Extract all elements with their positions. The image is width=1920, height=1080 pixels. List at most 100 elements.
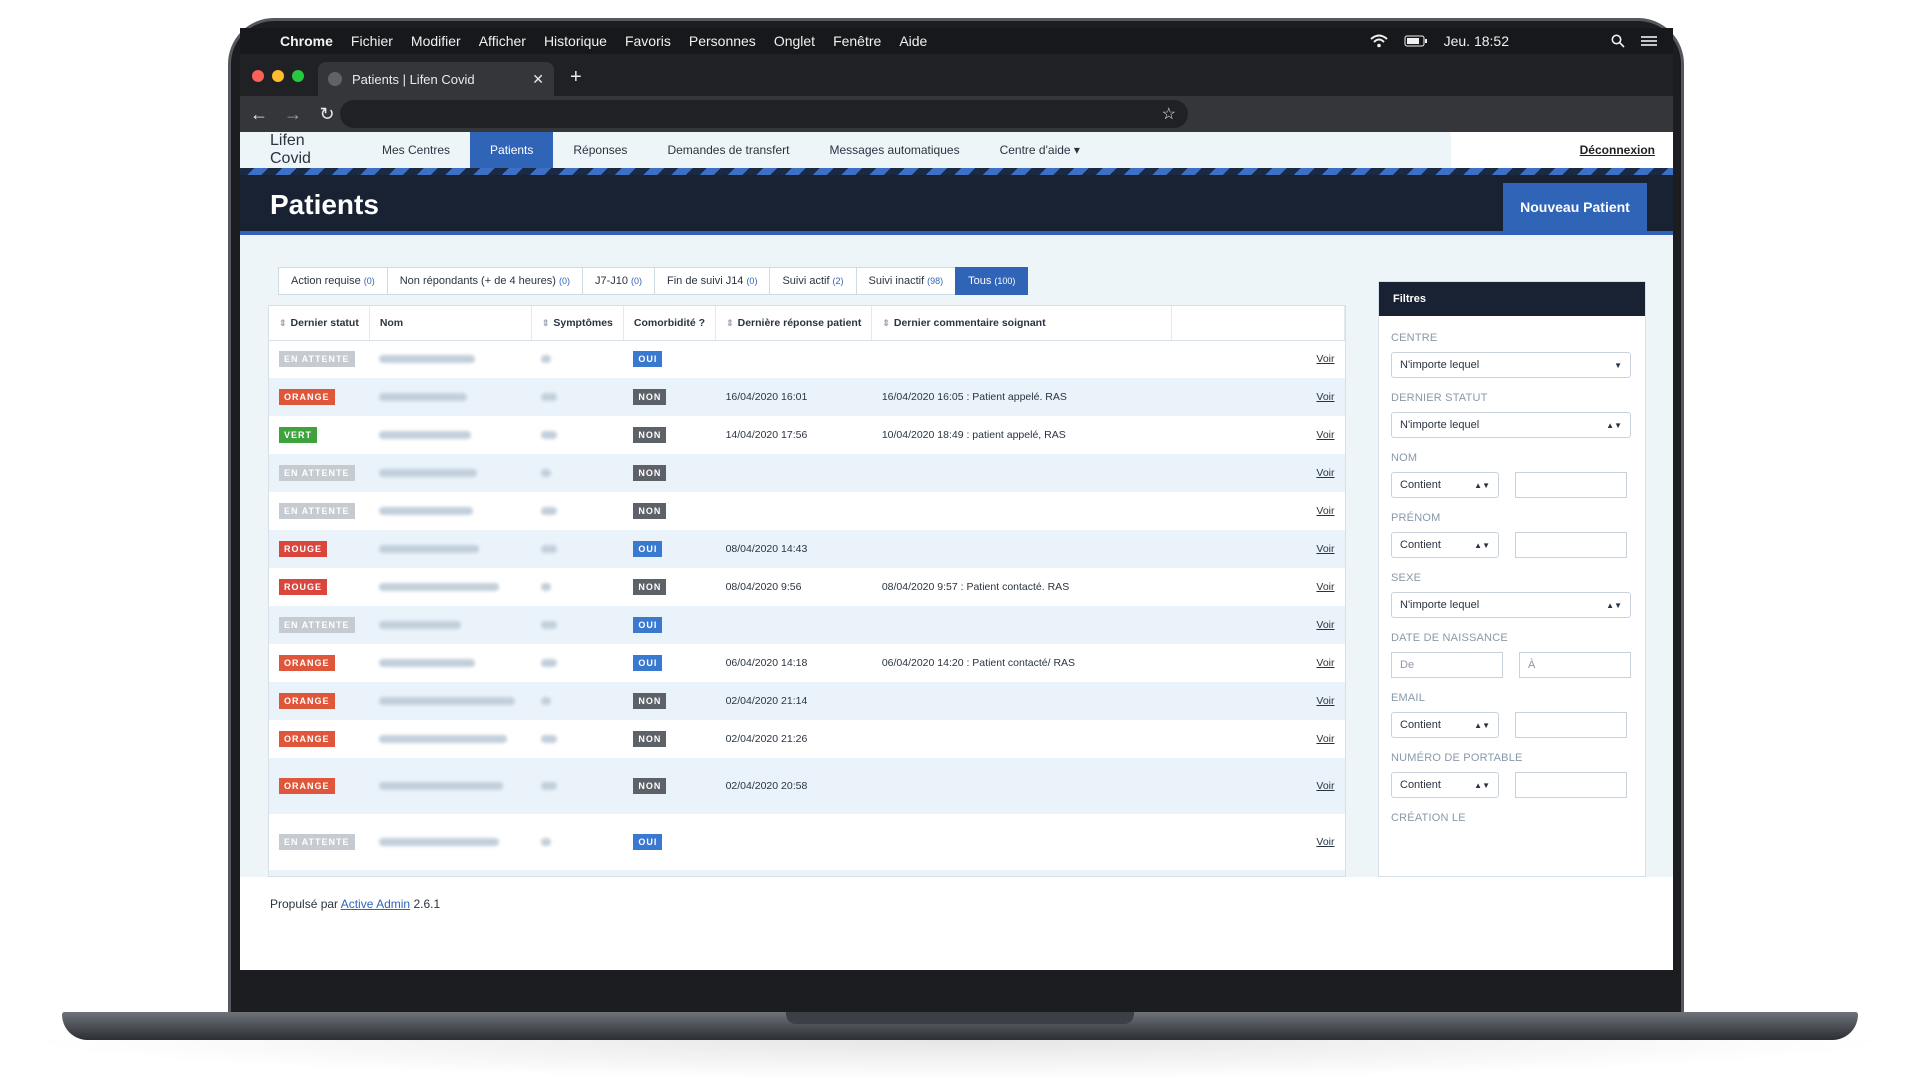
new-patient-button[interactable]: Nouveau Patient bbox=[1503, 183, 1647, 231]
nav-demandes-transfert[interactable]: Demandes de transfert bbox=[647, 132, 809, 168]
address-bar[interactable]: ☆ bbox=[340, 100, 1188, 128]
email-input[interactable] bbox=[1515, 712, 1627, 738]
comorbidity-badge: OUI bbox=[633, 834, 663, 850]
voir-link[interactable]: Voir bbox=[1172, 682, 1345, 720]
battery-icon[interactable] bbox=[1404, 35, 1428, 47]
scope-tab[interactable]: Fin de suivi J14 (0) bbox=[654, 267, 771, 295]
nav-mes-centres[interactable]: Mes Centres bbox=[362, 132, 470, 168]
wifi-icon[interactable] bbox=[1369, 34, 1388, 48]
last-response-cell bbox=[716, 606, 872, 644]
comorbidity-cell: NON bbox=[623, 870, 715, 876]
nom-input[interactable] bbox=[1515, 472, 1627, 498]
col-nom[interactable]: Nom bbox=[369, 306, 532, 341]
status-cell: ORANGE bbox=[269, 644, 369, 682]
menu-historique[interactable]: Historique bbox=[544, 33, 607, 49]
col-comorbidite[interactable]: Comorbidité ? bbox=[623, 306, 717, 341]
active-admin-link[interactable]: Active Admin bbox=[341, 897, 410, 911]
menu-aide[interactable]: Aide bbox=[899, 33, 927, 49]
portable-operator-select[interactable]: Contient ▲▼ bbox=[1391, 772, 1499, 798]
prenom-input[interactable] bbox=[1515, 532, 1627, 558]
table-row: EN ATTENTE OUI Voir bbox=[269, 606, 1345, 644]
nav-reponses[interactable]: Réponses bbox=[553, 132, 647, 168]
menu-onglet[interactable]: Onglet bbox=[774, 33, 815, 49]
name-cell bbox=[369, 682, 531, 720]
scope-tab[interactable]: Suivi actif (2) bbox=[769, 267, 857, 295]
reload-icon[interactable]: ↻ bbox=[312, 104, 342, 125]
redacted-name bbox=[379, 782, 504, 791]
status-cell: EN ATTENTE bbox=[269, 814, 369, 870]
voir-link[interactable]: Voir bbox=[1172, 814, 1345, 870]
col-dernier-commentaire[interactable]: ⇕ Dernier commentaire soignant bbox=[871, 306, 1173, 341]
bookmark-star-icon[interactable]: ☆ bbox=[1162, 104, 1176, 124]
new-tab-button[interactable]: + bbox=[570, 66, 582, 89]
logout-link[interactable]: Déconnexion bbox=[1451, 132, 1673, 168]
nom-operator-select[interactable]: Contient ▲▼ bbox=[1391, 472, 1499, 498]
laptop-screen: Chrome Fichier Modifier Afficher Histori… bbox=[240, 28, 1673, 970]
menu-fenetre[interactable]: Fenêtre bbox=[833, 33, 881, 49]
nav-patients[interactable]: Patients bbox=[470, 132, 554, 168]
voir-link[interactable]: Voir bbox=[1172, 758, 1345, 814]
scope-tab[interactable]: Action requise (0) bbox=[278, 267, 388, 295]
menu-fichier[interactable]: Fichier bbox=[351, 33, 393, 49]
nav-messages-automatiques[interactable]: Messages automatiques bbox=[810, 132, 980, 168]
portable-input[interactable] bbox=[1515, 772, 1627, 798]
name-cell bbox=[369, 340, 531, 378]
redacted-name bbox=[379, 583, 500, 592]
tab-close-icon[interactable]: ✕ bbox=[532, 71, 544, 88]
forward-icon[interactable]: → bbox=[278, 104, 308, 125]
symptoms-cell bbox=[531, 530, 623, 568]
maximize-window-icon[interactable] bbox=[292, 70, 304, 82]
voir-link[interactable]: Voir bbox=[1172, 720, 1345, 758]
last-response-cell: 14/04/2020 17:56 bbox=[725, 429, 808, 441]
close-window-icon[interactable] bbox=[252, 70, 264, 82]
minimize-window-icon[interactable] bbox=[272, 70, 284, 82]
centre-select[interactable]: N'importe lequel ▼ bbox=[1391, 352, 1631, 378]
scope-tab[interactable]: Non répondants (+ de 4 heures) (0) bbox=[386, 267, 583, 295]
voir-link[interactable]: Voir bbox=[1172, 644, 1345, 682]
voir-link[interactable]: Voir bbox=[1172, 606, 1345, 644]
browser-tab[interactable]: Patients | Lifen Covid ✕ bbox=[318, 62, 554, 96]
col-derniere-reponse[interactable]: ⇕ Dernière réponse patient bbox=[715, 306, 873, 341]
voir-link[interactable]: Voir bbox=[1172, 568, 1345, 606]
redacted-symptoms bbox=[541, 621, 558, 630]
status-badge: ORANGE bbox=[279, 693, 335, 709]
sexe-select[interactable]: N'importe lequel ▲▼ bbox=[1391, 592, 1631, 618]
menubar-clock[interactable]: Jeu. 18:52 bbox=[1444, 33, 1509, 49]
voir-link[interactable]: Voir bbox=[1172, 378, 1345, 416]
prenom-operator-select[interactable]: Contient ▲▼ bbox=[1391, 532, 1499, 558]
control-center-icon[interactable] bbox=[1641, 35, 1657, 47]
table-row: ORANGE OUI 06/04/2020 14:18 06/04/2020 14:2… bbox=[269, 644, 1345, 682]
scope-tab[interactable]: Suivi inactif (98) bbox=[855, 267, 957, 295]
voir-link[interactable]: Voir bbox=[1172, 870, 1345, 876]
col-symptomes[interactable]: ⇕ Symptômes bbox=[531, 306, 624, 341]
name-cell bbox=[369, 568, 531, 606]
menu-chrome[interactable]: Chrome bbox=[280, 33, 333, 49]
menu-favoris[interactable]: Favoris bbox=[625, 33, 671, 49]
scope-tab[interactable]: J7-J10 (0) bbox=[581, 267, 655, 295]
naissance-from-input[interactable]: De bbox=[1391, 652, 1503, 678]
voir-link[interactable]: Voir bbox=[1172, 530, 1345, 568]
menu-modifier[interactable]: Modifier bbox=[411, 33, 461, 49]
menu-afficher[interactable]: Afficher bbox=[479, 33, 526, 49]
comorbidity-badge: NON bbox=[633, 778, 667, 794]
voir-link[interactable]: Voir bbox=[1172, 416, 1345, 454]
comorbidity-cell: NON bbox=[623, 416, 715, 454]
nav-centre-aide[interactable]: Centre d'aide ▾ bbox=[980, 132, 1100, 168]
col-actions bbox=[1171, 306, 1345, 341]
redacted-symptoms bbox=[541, 697, 552, 706]
email-operator-select[interactable]: Contient ▲▼ bbox=[1391, 712, 1499, 738]
last-response-cell: 16/04/2020 16:01 bbox=[725, 391, 808, 403]
statut-select[interactable]: N'importe lequel ▲▼ bbox=[1391, 412, 1631, 438]
spotlight-search-icon[interactable] bbox=[1611, 34, 1625, 48]
back-icon[interactable]: ← bbox=[244, 104, 274, 125]
voir-link[interactable]: Voir bbox=[1172, 340, 1345, 378]
scope-tab[interactable]: Tous (100) bbox=[955, 267, 1029, 295]
voir-link[interactable]: Voir bbox=[1172, 492, 1345, 530]
redacted-name bbox=[379, 431, 472, 440]
col-dernier-statut[interactable]: ⇕ Dernier statut bbox=[269, 306, 370, 341]
menu-personnes[interactable]: Personnes bbox=[689, 33, 756, 49]
naissance-to-input[interactable]: À bbox=[1519, 652, 1631, 678]
voir-link[interactable]: Voir bbox=[1172, 454, 1345, 492]
site-logo[interactable]: Lifen Covid bbox=[240, 132, 362, 168]
comorbidity-cell: NON bbox=[623, 720, 715, 758]
